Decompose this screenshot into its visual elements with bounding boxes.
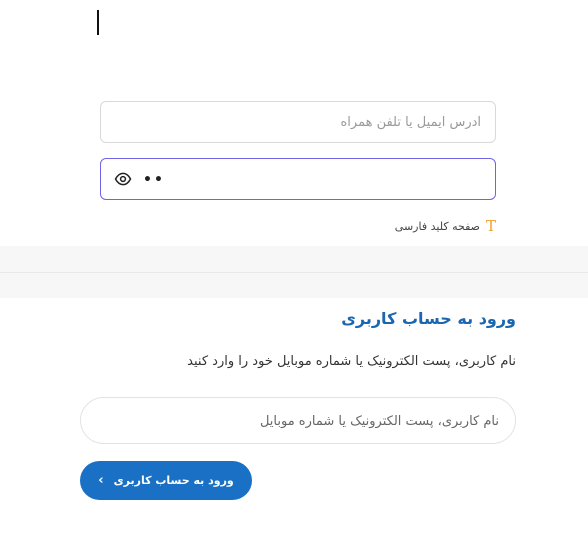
chevron-left-icon: ‹ (98, 473, 104, 488)
login-description: نام کاربری، پست الکترونیک یا شماره موبای… (187, 354, 516, 369)
section-separator-band (0, 246, 588, 298)
username-field[interactable] (80, 397, 516, 445)
text-t-icon: T (485, 217, 496, 235)
text-caret (97, 10, 99, 35)
password-input[interactable] (141, 159, 475, 201)
login-title: ورود به حساب کاربری (341, 309, 516, 328)
login-submit-label: ورود به حساب کاربری (113, 474, 234, 487)
persian-keyboard-label: صفحه کلید فارسی (394, 219, 480, 233)
email-or-phone-input[interactable] (100, 101, 496, 143)
eye-icon[interactable] (113, 170, 133, 188)
section-divider (0, 272, 588, 273)
login-submit-button[interactable]: ‹ ورود به حساب کاربری (80, 461, 252, 500)
username-input[interactable] (97, 398, 501, 445)
persian-keyboard-toggle[interactable]: T صفحه کلید فارسی (395, 216, 496, 236)
password-field[interactable] (100, 158, 496, 201)
